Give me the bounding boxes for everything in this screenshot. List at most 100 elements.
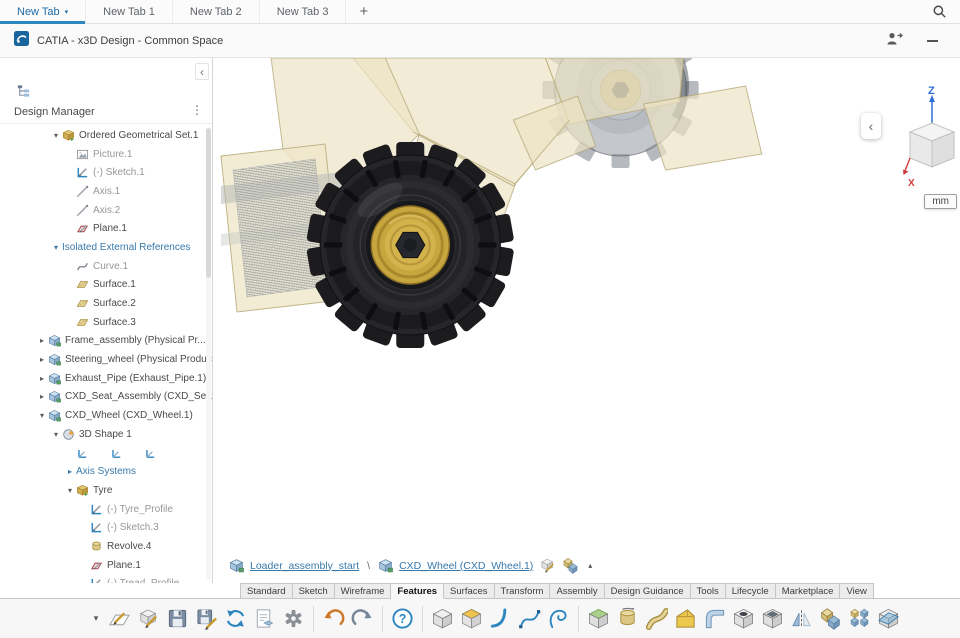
expander-icon[interactable]: ▾	[64, 486, 76, 495]
tree-item[interactable]: Plane.1	[0, 219, 212, 238]
viewport-3d[interactable]: ‹ Z X mm Loader_assembly_start \ CXD_Whe…	[213, 58, 960, 583]
expander-icon[interactable]: ▸	[36, 374, 48, 383]
tree-item[interactable]: ▸ Axis Systems	[0, 462, 212, 481]
shell-button[interactable]	[759, 604, 786, 634]
drawing-button[interactable]	[251, 604, 278, 634]
browser-tab-new-tab[interactable]: New Tab ▾	[0, 0, 87, 24]
expander-icon[interactable]: ▸	[36, 336, 48, 345]
box-button[interactable]	[429, 604, 456, 634]
panel-collapse-button[interactable]: ‹	[195, 63, 209, 80]
tree-item[interactable]: ▾ Tyre	[0, 481, 212, 500]
tree-item[interactable]: Revolve.4	[0, 537, 212, 556]
model-3d-scene	[220, 58, 763, 348]
browser-tab-new-tab-2[interactable]: New Tab 2	[173, 0, 260, 23]
minimize-button[interactable]	[927, 39, 938, 42]
mirror-button[interactable]	[788, 604, 815, 634]
tree-item[interactable]	[0, 444, 212, 463]
scrollbar-thumb[interactable]	[206, 128, 211, 278]
update-button[interactable]	[222, 604, 249, 634]
tab-search-button[interactable]	[919, 0, 960, 23]
ribbon-tab-view[interactable]: View	[840, 583, 874, 599]
ribbon-tab-wireframe[interactable]: Wireframe	[334, 583, 392, 599]
tree-item[interactable]: ▾ 3D Shape 1	[0, 425, 212, 444]
tree-item[interactable]: Curve.1	[0, 257, 212, 276]
boolean-button[interactable]	[817, 604, 844, 634]
ribbon-tab-transform[interactable]: Transform	[494, 583, 551, 599]
panel-menu-button[interactable]: ⋮	[191, 103, 203, 117]
save-button[interactable]	[164, 604, 191, 634]
view-compass[interactable]: Z X	[902, 83, 960, 203]
tree-item[interactable]: Picture.1	[0, 145, 212, 164]
browser-tab-new-tab-1[interactable]: New Tab 1	[86, 0, 173, 23]
positioned-sketch-button[interactable]	[135, 604, 162, 634]
tree-item[interactable]: Surface.2	[0, 294, 212, 313]
tree-item[interactable]: (-) Tyre_Profile	[0, 500, 212, 519]
tree-item[interactable]: (-) Sketch.1	[0, 163, 212, 182]
ribbon-tab-lifecycle[interactable]: Lifecycle	[725, 583, 776, 599]
save-with-options-button[interactable]	[193, 604, 220, 634]
tree-item[interactable]: Surface.3	[0, 313, 212, 332]
helix-button[interactable]	[545, 604, 572, 634]
ribbon-tab-sketch[interactable]: Sketch	[292, 583, 335, 599]
tab-caret-icon[interactable]: ▾	[65, 8, 69, 16]
tree-item[interactable]: Surface.1	[0, 276, 212, 295]
expander-icon[interactable]: ▾	[50, 430, 62, 439]
breadcrumb-expand-icon[interactable]: ▴	[588, 561, 592, 570]
tree-item[interactable]: ▾ Isolated External References	[0, 238, 212, 257]
ribbon-tab-marketplace[interactable]: Marketplace	[775, 583, 841, 599]
help-button[interactable]	[389, 604, 416, 634]
expander-icon[interactable]: ▾	[36, 411, 48, 420]
tree-item[interactable]: Axis.1	[0, 182, 212, 201]
tree-item[interactable]: ▾ Ordered Geometrical Set.1	[0, 126, 212, 145]
shaft-button[interactable]	[487, 604, 514, 634]
sketch-button[interactable]	[106, 604, 133, 634]
new-tab-button[interactable]: +	[346, 0, 381, 23]
tree-item[interactable]: ▾ CXD_Wheel (CXD_Wheel.1)	[0, 406, 212, 425]
share-user-icon[interactable]	[886, 31, 903, 51]
tree-structure-icon[interactable]	[12, 80, 34, 100]
split-button[interactable]	[875, 604, 902, 634]
revolve-button[interactable]	[614, 604, 641, 634]
active-object-icon[interactable]	[562, 557, 579, 574]
tree-item[interactable]: (-) Sketch.3	[0, 518, 212, 537]
pattern-button[interactable]	[846, 604, 873, 634]
edit-mode-icon[interactable]	[539, 557, 556, 574]
tree-item[interactable]: Axis.2	[0, 201, 212, 220]
browser-tab-new-tab-3[interactable]: New Tab 3	[260, 0, 347, 23]
undo-button[interactable]	[320, 604, 347, 634]
ribbon-tab-surfaces[interactable]: Surfaces	[444, 583, 495, 599]
expander-icon[interactable]: ▸	[64, 467, 76, 476]
expander-icon[interactable]: ▸	[36, 392, 48, 401]
spline-button[interactable]	[516, 604, 543, 634]
expander-icon[interactable]: ▸	[36, 355, 48, 364]
tree-item[interactable]: Plane.1	[0, 556, 212, 575]
tree-scrollbar[interactable]	[206, 128, 211, 580]
expander-icon[interactable]: ▾	[50, 243, 62, 252]
tree-item[interactable]: ▸ Frame_assembly (Physical Pr...	[0, 332, 212, 351]
redo-button[interactable]	[349, 604, 376, 634]
units-selector[interactable]: mm	[924, 194, 957, 209]
ribbon-tab-standard[interactable]: Standard	[240, 583, 293, 599]
panel-expand-chevron-button[interactable]: ‹	[861, 113, 881, 139]
sweep-button[interactable]	[643, 604, 670, 634]
fillet-button[interactable]	[701, 604, 728, 634]
ribbon-tab-tools[interactable]: Tools	[690, 583, 726, 599]
breadcrumb-root-link[interactable]: Loader_assembly_start	[250, 560, 359, 572]
tree-item[interactable]: ▸ Steering_wheel (Physical Product...	[0, 350, 212, 369]
tree-item[interactable]: (-) Tread_Profile	[0, 575, 212, 583]
hole-button[interactable]	[730, 604, 757, 634]
front-wheel[interactable]	[306, 142, 514, 348]
ribbon-tab-design-guidance[interactable]: Design Guidance	[604, 583, 691, 599]
toolbar-overflow-chevron[interactable]: ▾	[86, 613, 106, 624]
ribbon-tab-assembly[interactable]: Assembly	[550, 583, 605, 599]
pad-button[interactable]	[458, 604, 485, 634]
settings-button[interactable]	[280, 604, 307, 634]
chamfer-button[interactable]	[672, 604, 699, 634]
tree-item-label: Tyre	[93, 484, 113, 496]
ribbon-tab-features[interactable]: Features	[391, 583, 445, 599]
tree-item[interactable]: ▸ CXD_Seat_Assembly (CXD_Seat...	[0, 388, 212, 407]
tree-item[interactable]: ▸ Exhaust_Pipe (Exhaust_Pipe.1)	[0, 369, 212, 388]
breadcrumb-current-link[interactable]: CXD_Wheel (CXD_Wheel.1)	[399, 560, 533, 572]
extrude-button[interactable]	[585, 604, 612, 634]
expander-icon[interactable]: ▾	[50, 131, 62, 140]
